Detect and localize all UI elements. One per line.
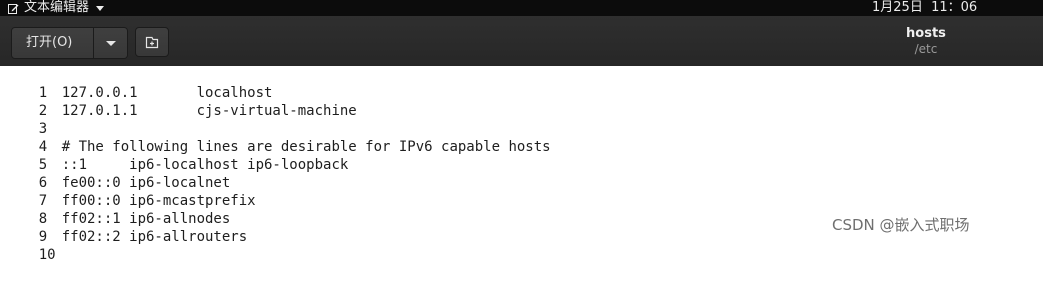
watermark: CSDN @嵌入式职场 bbox=[832, 216, 970, 234]
editor-line: 1 127.0.0.1 localhost bbox=[0, 66, 273, 101]
editor-line: 7 ff00::0 ip6-mcastprefix bbox=[0, 174, 256, 209]
editor-line: 2 127.0.1.1 cjs-virtual-machine bbox=[0, 84, 357, 119]
app-menu[interactable]: 文本编辑器 bbox=[8, 0, 105, 16]
chevron-down-icon bbox=[96, 5, 105, 11]
app-menu-label: 文本编辑器 bbox=[24, 0, 90, 15]
editor-line: 6 fe00::0 ip6-localnet bbox=[0, 156, 231, 191]
document-path: /etc bbox=[914, 42, 938, 56]
open-button[interactable]: 打开(O) bbox=[12, 28, 94, 58]
open-dropdown-button[interactable] bbox=[94, 28, 127, 58]
editor-line: 4 # The following lines are desirable for… bbox=[0, 120, 551, 155]
editor-line: 8 ff02::1 ip6-allnodes bbox=[0, 192, 231, 227]
editor-line: 3 bbox=[0, 102, 62, 137]
new-document-button[interactable] bbox=[135, 27, 169, 57]
open-button-group: 打开(O) bbox=[11, 27, 128, 59]
text-editor-icon bbox=[8, 3, 19, 14]
editor-line: 5::1 ip6-localhost ip6-loopback bbox=[0, 138, 349, 173]
top-bar: 文本编辑器 1月25日 11：06 bbox=[0, 0, 1043, 16]
new-document-icon bbox=[145, 36, 159, 48]
chevron-down-icon bbox=[105, 40, 116, 46]
line-text[interactable]: 127.0.1.1 cjs-virtual-machine bbox=[62, 102, 357, 120]
window-title: hosts /etc bbox=[876, 25, 976, 57]
header-bar: 打开(O) hosts /etc bbox=[0, 16, 1043, 67]
line-number: 10 bbox=[38, 247, 56, 263]
document-title: hosts bbox=[906, 26, 946, 41]
line-text[interactable]: ff02::2 ip6-allrouters bbox=[62, 228, 247, 246]
editor-line: 9 ff02::2 ip6-allrouters bbox=[0, 210, 247, 245]
editor-line: 10 bbox=[0, 228, 62, 263]
clock[interactable]: 1月25日 11：06 bbox=[872, 0, 977, 16]
